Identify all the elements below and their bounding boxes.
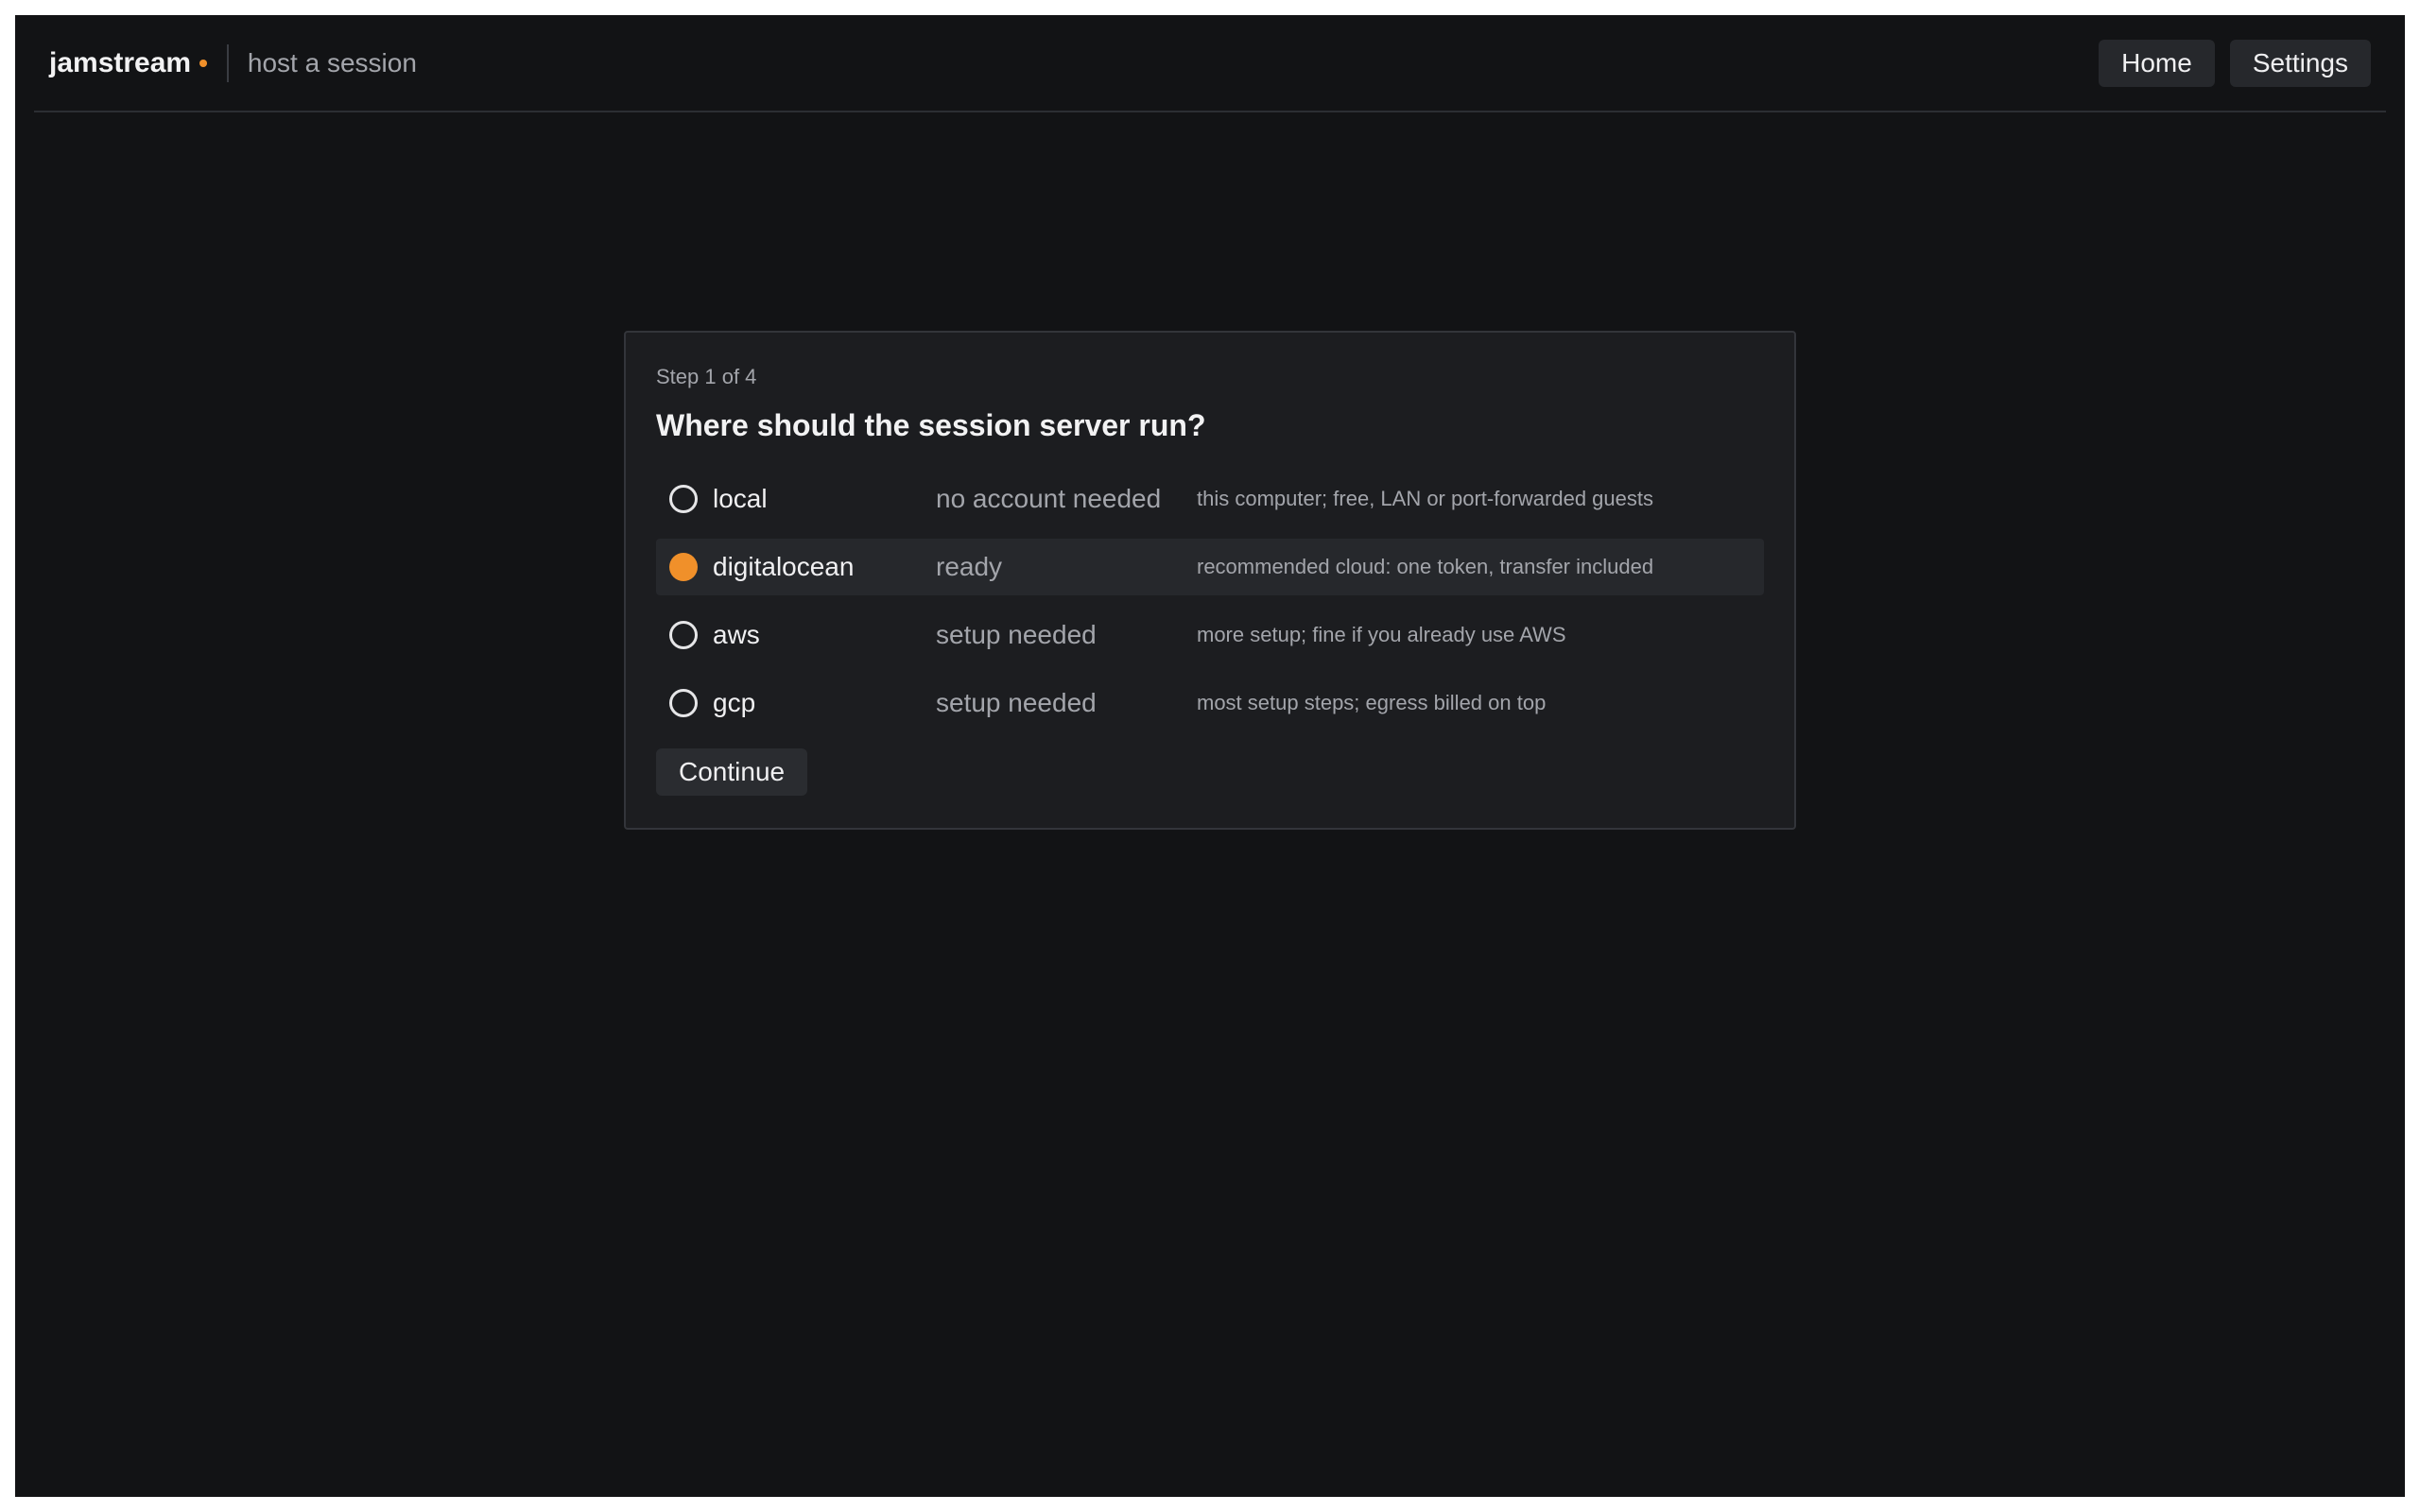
- page-title: Where should the session server run?: [656, 408, 1206, 442]
- server-options: local no account needed this computer; f…: [656, 471, 1764, 731]
- radio-checked-icon[interactable]: [669, 553, 698, 581]
- option-description: more setup; fine if you already use AWS: [1197, 623, 1566, 646]
- continue-button[interactable]: Continue: [656, 748, 808, 796]
- option-name: digitalocean: [713, 552, 855, 581]
- step-indicator: Step 1 of 4: [656, 365, 757, 388]
- radio-icon[interactable]: [669, 485, 698, 513]
- top-bar: jamstream • host a session Home Settings: [34, 15, 2386, 112]
- server-location-card: Step 1 of 4 Where should the session ser…: [624, 331, 1796, 830]
- app-window: jamstream • host a session Home Settings…: [15, 15, 2405, 1497]
- option-digitalocean[interactable]: digitalocean ready recommended cloud: on…: [656, 539, 1764, 595]
- brand-dot-icon: •: [199, 47, 208, 77]
- option-status: ready: [936, 552, 1003, 581]
- brand: jamstream •: [49, 47, 208, 79]
- option-status: setup needed: [936, 620, 1097, 649]
- option-name: gcp: [713, 688, 756, 717]
- page-subtitle: host a session: [247, 47, 417, 77]
- option-name: aws: [713, 620, 760, 649]
- option-status: setup needed: [936, 688, 1097, 717]
- settings-button[interactable]: Settings: [2229, 39, 2371, 87]
- option-aws[interactable]: aws setup needed more setup; fine if you…: [656, 607, 1764, 663]
- option-local[interactable]: local no account needed this computer; f…: [656, 471, 1764, 527]
- option-description: most setup steps; egress billed on top: [1197, 691, 1547, 714]
- radio-icon[interactable]: [669, 621, 698, 649]
- option-gcp[interactable]: gcp setup needed most setup steps; egres…: [656, 675, 1764, 731]
- option-status: no account needed: [936, 484, 1162, 513]
- option-description: this computer; free, LAN or port-forward…: [1197, 487, 1653, 510]
- brand-name: jamstream: [49, 46, 192, 78]
- option-description: recommended cloud: one token, transfer i…: [1197, 555, 1654, 578]
- home-button[interactable]: Home: [2099, 39, 2215, 87]
- header-divider: [226, 43, 229, 82]
- option-name: local: [713, 484, 768, 513]
- radio-icon[interactable]: [669, 689, 698, 717]
